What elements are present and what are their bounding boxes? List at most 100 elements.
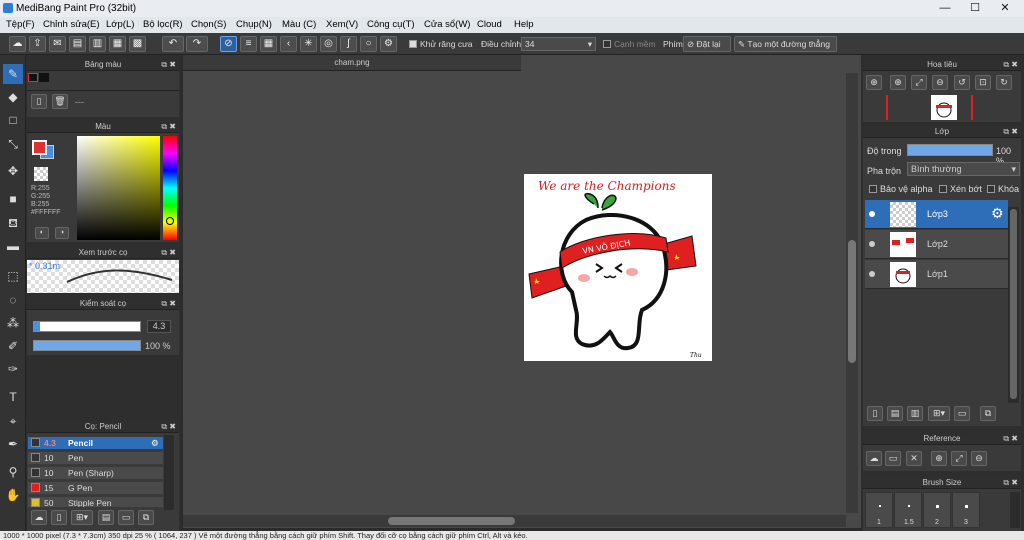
brush-size-slider[interactable] xyxy=(33,321,141,332)
cloud-brush-icon[interactable]: ☁ xyxy=(31,510,47,525)
actual-size-icon[interactable]: ⊡ xyxy=(975,75,991,90)
vertical-scroll-thumb[interactable] xyxy=(848,240,856,363)
add-brush-icon[interactable]: ⊞▾ xyxy=(71,510,93,525)
zoom-out-icon[interactable]: ⊖ xyxy=(932,75,948,90)
protect-alpha-check[interactable] xyxy=(869,185,877,193)
divide-tool-icon[interactable]: ✒ xyxy=(3,434,23,454)
panel-controls-icon[interactable]: ⧉ ✖ xyxy=(161,421,176,433)
dot-line-tool-icon[interactable]: ⤡ xyxy=(3,134,23,154)
parallel-snap-icon[interactable]: ≡ xyxy=(240,36,257,52)
operation-tool-icon[interactable]: ⌖ xyxy=(3,411,23,431)
panel-controls-icon[interactable]: ⧉ ✖ xyxy=(161,247,176,259)
menu-color[interactable]: Màu (C) xyxy=(282,19,316,30)
menu-select[interactable]: Chọn(S) xyxy=(191,19,226,30)
duplicate-brush-icon[interactable]: ⧉ xyxy=(138,510,154,525)
brush-settings-icon[interactable]: ▤ xyxy=(98,510,114,525)
palette-swatch-black[interactable] xyxy=(39,73,49,82)
reference-zoom-out-icon[interactable]: ⊖ xyxy=(971,451,987,466)
document-tab[interactable]: cham.png xyxy=(183,55,521,71)
palette-swatch-red[interactable] xyxy=(28,73,38,82)
page-icon[interactable]: ▤ xyxy=(69,36,86,52)
layer-item-3[interactable]: Lớp3 ⚙ xyxy=(865,200,1008,229)
brush-size-cell[interactable]: 1.5 xyxy=(894,492,922,528)
panel-controls-icon[interactable]: ⧉ ✖ xyxy=(1003,433,1018,445)
color-settings-icon[interactable]: ◑ xyxy=(55,227,69,239)
vertical-scrollbar[interactable] xyxy=(846,73,858,513)
panel-controls-icon[interactable]: ⧉ ✖ xyxy=(161,121,176,133)
lasso-tool-icon[interactable]: ◌ xyxy=(3,290,23,310)
new-halftone-layer-icon[interactable]: ▤ xyxy=(887,406,903,421)
brush-item-pencil[interactable]: 4.3 Pencil ⚙ xyxy=(28,437,163,449)
brush-item-g-pen[interactable]: 15 G Pen xyxy=(28,482,163,494)
gear-icon[interactable]: ⚙ xyxy=(151,437,159,449)
rotate-right-icon[interactable]: ↻ xyxy=(996,75,1012,90)
undo-icon[interactable]: ↶ xyxy=(162,36,184,52)
minimize-button[interactable]: — xyxy=(931,0,959,16)
reference-zoom-in-icon[interactable]: ⊕ xyxy=(931,451,947,466)
soft-edge-checkbox[interactable]: Cạnh mềm xyxy=(603,39,656,49)
canvas-area[interactable] xyxy=(183,55,861,528)
brush-size-cell[interactable]: 1 xyxy=(865,492,893,528)
menu-layer[interactable]: Lớp(L) xyxy=(106,19,134,30)
menu-window[interactable]: Cửa sổ(W) xyxy=(424,19,470,30)
reference-open-icon[interactable]: ▭ xyxy=(885,451,901,466)
lock-check[interactable] xyxy=(987,185,995,193)
soft-edge-check[interactable] xyxy=(603,40,611,48)
horizontal-scroll-thumb[interactable] xyxy=(388,517,515,525)
perspective-snap-icon[interactable]: ‹ xyxy=(280,36,297,52)
close-button[interactable]: ✕ xyxy=(991,0,1019,16)
select-pen-tool-icon[interactable]: ✐ xyxy=(3,336,23,356)
layers-scroll-thumb[interactable] xyxy=(1010,209,1017,399)
eye-icon[interactable] xyxy=(869,211,875,217)
lock-checkbox[interactable]: Khóa xyxy=(987,184,1019,194)
new-layer-icon[interactable]: ▯ xyxy=(867,406,883,421)
bucket-tool-icon[interactable]: ⛾ xyxy=(3,213,23,233)
ellipse-snap-icon[interactable]: ○ xyxy=(360,36,377,52)
folder-icon[interactable]: ▭ xyxy=(954,406,970,421)
transparent-color-swatch[interactable] xyxy=(34,167,48,181)
navigator-thumbnail[interactable] xyxy=(931,95,957,120)
eyedropper-tool-icon[interactable]: ⚲ xyxy=(3,462,23,482)
straight-line-button[interactable]: ✎ Tạo một đường thẳng xyxy=(734,36,837,52)
clip-checkbox[interactable]: Xén bớt xyxy=(939,184,982,194)
eye-icon[interactable] xyxy=(869,241,875,247)
curve-snap-icon[interactable]: ʃ xyxy=(340,36,357,52)
document-canvas[interactable]: We are the Champions VN VÔ ĐỊCH Thu xyxy=(524,174,712,361)
new-palette-icon[interactable]: ▯ xyxy=(31,94,47,109)
brush-size-cell[interactable]: 3 xyxy=(952,492,980,528)
brush-size-field[interactable]: 4.3 xyxy=(147,320,171,333)
brush-folder-icon[interactable]: ▭ xyxy=(118,510,134,525)
select-tool-icon[interactable]: ⬚ xyxy=(3,266,23,286)
panel-controls-icon[interactable]: ⧉ ✖ xyxy=(161,59,176,71)
brush-tool-icon[interactable]: ✎ xyxy=(3,64,23,84)
brush-list-scrollbar[interactable] xyxy=(164,435,174,510)
select-eraser-tool-icon[interactable]: ✑ xyxy=(3,359,23,379)
move-tool-icon[interactable]: ✥ xyxy=(3,161,23,181)
cloud-icon[interactable]: ☁ xyxy=(9,36,26,52)
snap-off-icon[interactable]: ⊘ xyxy=(220,36,237,52)
delete-palette-icon[interactable]: 🗑 xyxy=(52,94,68,109)
hand-tool-icon[interactable]: ✋ xyxy=(3,485,23,505)
gradient-tool-icon[interactable]: ▬ xyxy=(3,236,23,256)
zoom-in-alt-icon[interactable]: ⊕ xyxy=(890,75,906,90)
brush-item-pen-sharp[interactable]: 10 Pen (Sharp) xyxy=(28,467,163,479)
layer-opacity-slider[interactable] xyxy=(907,144,993,156)
fill-rect-tool-icon[interactable]: ■ xyxy=(3,189,23,209)
grid-snap-icon[interactable]: ▦ xyxy=(260,36,277,52)
reference-close-icon[interactable]: ✕ xyxy=(906,451,922,466)
new-8bit-layer-icon[interactable]: ▥ xyxy=(907,406,923,421)
brush-item-pen[interactable]: 10 Pen xyxy=(28,452,163,464)
eraser-tool-icon[interactable]: ◆ xyxy=(3,87,23,107)
concentric-snap-icon[interactable]: ◎ xyxy=(320,36,337,52)
duplicate-layer-icon[interactable]: ⧉ xyxy=(980,406,996,421)
panel-icon[interactable]: ▦ xyxy=(109,36,126,52)
radial-snap-icon[interactable]: ✳ xyxy=(300,36,317,52)
maximize-button[interactable]: ☐ xyxy=(961,0,989,16)
panel-controls-icon[interactable]: ⧉ ✖ xyxy=(1003,477,1018,489)
menu-help[interactable]: Help xyxy=(514,19,534,30)
panel-controls-icon[interactable]: ⧉ ✖ xyxy=(1003,59,1018,71)
brush-size-scrollbar[interactable] xyxy=(1010,492,1020,528)
menu-view[interactable]: Xem(V) xyxy=(326,19,358,30)
text-tool-icon[interactable]: T xyxy=(3,387,23,407)
rectangle-tool-icon[interactable]: □ xyxy=(3,110,23,130)
